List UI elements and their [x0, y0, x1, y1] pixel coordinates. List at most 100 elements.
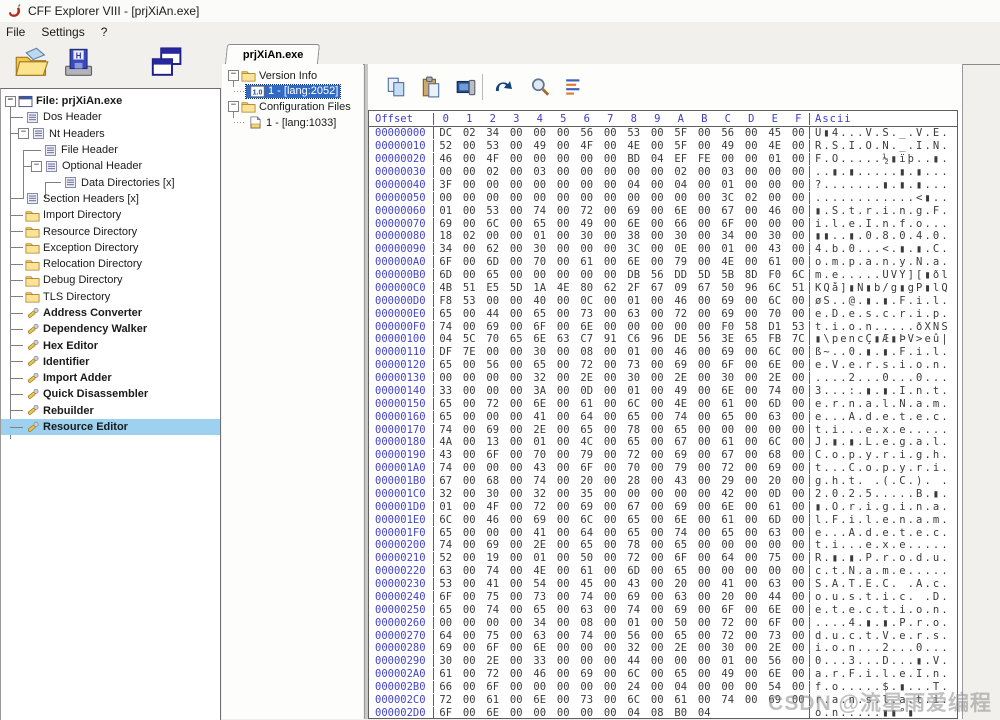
hex-byte-cell[interactable]: 00	[740, 230, 764, 242]
hex-byte-cell[interactable]: 00	[481, 372, 505, 384]
hex-byte-cell[interactable]: F0	[763, 269, 787, 281]
open-file-icon[interactable]	[14, 46, 50, 82]
hex-byte-cell[interactable]: 00	[458, 140, 482, 152]
hex-byte-cell[interactable]: 00	[481, 385, 505, 397]
hex-byte-cell[interactable]: 00	[693, 578, 717, 590]
hex-byte-cell[interactable]: 00	[787, 565, 811, 577]
hex-byte-cell[interactable]: 41	[716, 578, 740, 590]
hex-byte-cell[interactable]: 6D	[434, 269, 458, 281]
hex-byte-cell[interactable]: 67	[716, 449, 740, 461]
hex-row-ascii[interactable]: g.h.t. .(.C.). .	[810, 475, 956, 487]
hex-byte-cell[interactable]: 00	[787, 166, 811, 178]
hex-byte-cell[interactable]: 00	[599, 166, 623, 178]
hex-byte-cell[interactable]: 00	[787, 372, 811, 384]
hex-byte-cell[interactable]: 6D	[622, 565, 646, 577]
hex-row-bytes[interactable]: 01004F0072006900670069006E006100	[434, 501, 810, 513]
tree-item-optional-header[interactable]: −Optional Header	[1, 158, 220, 174]
hex-byte-cell[interactable]: 00	[787, 514, 811, 526]
hex-byte-cell[interactable]: 4F	[481, 153, 505, 165]
hex-byte-cell[interactable]: 65	[575, 424, 599, 436]
hex-byte-cell[interactable]: 69	[481, 424, 505, 436]
hex-byte-cell[interactable]: 00	[693, 488, 717, 500]
hex-byte-cell[interactable]: 44	[622, 655, 646, 667]
hex-byte-cell[interactable]: 00	[505, 488, 529, 500]
hex-byte-cell[interactable]: 00	[458, 539, 482, 551]
hex-byte-cell[interactable]: 65	[434, 604, 458, 616]
hex-byte-cell[interactable]: 00	[716, 424, 740, 436]
hex-byte-cell[interactable]: 00	[787, 243, 811, 255]
hex-byte-cell[interactable]: 6F	[434, 707, 458, 719]
hex-byte-cell[interactable]: 65	[528, 604, 552, 616]
hex-byte-cell[interactable]: 00	[434, 372, 458, 384]
hex-byte-cell[interactable]: 4E	[669, 398, 693, 410]
hex-byte-cell[interactable]: 69	[716, 346, 740, 358]
hex-byte-cell[interactable]: 00	[693, 192, 717, 204]
hex-byte-cell[interactable]: 00	[552, 655, 576, 667]
hex-byte-cell[interactable]: DC	[434, 127, 458, 139]
hex-byte-cell[interactable]: 46	[528, 668, 552, 680]
hex-byte-cell[interactable]: 74	[622, 604, 646, 616]
hex-byte-cell[interactable]: 00	[693, 321, 717, 333]
hex-byte-cell[interactable]: 00	[787, 527, 811, 539]
hex-byte-cell[interactable]: 00	[505, 192, 529, 204]
hex-byte-cell[interactable]: 00	[763, 539, 787, 551]
hex-byte-cell[interactable]: 4A	[434, 436, 458, 448]
hex-byte-cell[interactable]: 6E	[481, 707, 505, 719]
hex-byte-cell[interactable]: 32	[528, 488, 552, 500]
hex-byte-cell[interactable]: 00	[599, 256, 623, 268]
hex-byte-cell[interactable]: 00	[716, 565, 740, 577]
hex-byte-cell[interactable]: 00	[716, 681, 740, 693]
hex-row-ascii[interactable]: a.r.F.i.l.e.I.n.	[810, 668, 956, 680]
hex-byte-cell[interactable]: 61	[575, 256, 599, 268]
hex-byte-cell[interactable]: 00	[552, 192, 576, 204]
tree-item-relocation-directory[interactable]: Relocation Directory	[1, 256, 220, 272]
hex-byte-cell[interactable]: 50	[575, 552, 599, 564]
hex-byte-cell[interactable]: 00	[458, 424, 482, 436]
tree-collapse-toggle[interactable]: −	[31, 161, 42, 172]
hex-byte-cell[interactable]: 58	[740, 321, 764, 333]
hex-byte-cell[interactable]: 00	[646, 372, 670, 384]
hex-byte-cell[interactable]: 00	[528, 269, 552, 281]
hex-row-ascii[interactable]: F.O.....½▮ïþ..▮.	[810, 153, 956, 165]
hex-byte-cell[interactable]: 00	[528, 192, 552, 204]
hex-byte-cell[interactable]: 00	[552, 668, 576, 680]
hex-byte-cell[interactable]: 00	[458, 488, 482, 500]
hex-byte-cell[interactable]: 08	[646, 707, 670, 719]
hex-byte-cell[interactable]: 00	[740, 411, 764, 423]
hex-byte-cell[interactable]: 00	[458, 153, 482, 165]
hex-byte-cell[interactable]: FB	[763, 333, 787, 345]
hex-byte-cell[interactable]: 66	[434, 681, 458, 693]
hex-byte-cell[interactable]: 00	[740, 642, 764, 654]
hex-byte-cell[interactable]: 74	[434, 424, 458, 436]
hex-byte-cell[interactable]: 00	[552, 321, 576, 333]
hex-byte-cell[interactable]: 6C	[481, 218, 505, 230]
hex-row-bytes[interactable]: 6500560065007200730069006F006E00	[434, 359, 810, 371]
hex-byte-cell[interactable]: 6E	[716, 385, 740, 397]
hex-byte-cell[interactable]: 00	[552, 127, 576, 139]
hex-byte-cell[interactable]: 6E	[763, 668, 787, 680]
hex-byte-cell[interactable]: 00	[646, 501, 670, 513]
hex-byte-cell[interactable]: 5D	[505, 282, 529, 294]
hex-byte-cell[interactable]: 32	[622, 642, 646, 654]
hex-row-bytes[interactable]: 69006C00650049006E0066006F000000	[434, 218, 810, 230]
hex-byte-cell[interactable]: 00	[669, 655, 693, 667]
hex-byte-cell[interactable]: 00	[552, 642, 576, 654]
hex-byte-cell[interactable]: 70	[622, 462, 646, 474]
hex-byte-cell[interactable]: 51	[458, 282, 482, 294]
tree-item-exception-directory[interactable]: Exception Directory	[1, 240, 220, 256]
hex-byte-cell[interactable]: 00	[646, 385, 670, 397]
hex-row-ascii[interactable]: c.t.N.a.m.e.....	[810, 565, 956, 577]
hex-byte-cell[interactable]: 29	[716, 475, 740, 487]
hex-byte-cell[interactable]: 00	[458, 411, 482, 423]
hex-byte-cell[interactable]: 00	[646, 565, 670, 577]
hex-byte-cell[interactable]: 00	[693, 256, 717, 268]
hex-row-ascii[interactable]: ............<▮..	[810, 192, 956, 204]
hex-byte-cell[interactable]: 00	[505, 385, 529, 397]
hex-byte-cell[interactable]: 00	[669, 488, 693, 500]
hex-byte-cell[interactable]: 74	[481, 604, 505, 616]
hex-byte-cell[interactable]: 00	[646, 192, 670, 204]
hex-byte-cell[interactable]: 6C	[763, 295, 787, 307]
hex-byte-cell[interactable]: 00	[505, 218, 529, 230]
hex-byte-cell[interactable]: 00	[693, 604, 717, 616]
hex-byte-cell[interactable]: 00	[528, 707, 552, 719]
